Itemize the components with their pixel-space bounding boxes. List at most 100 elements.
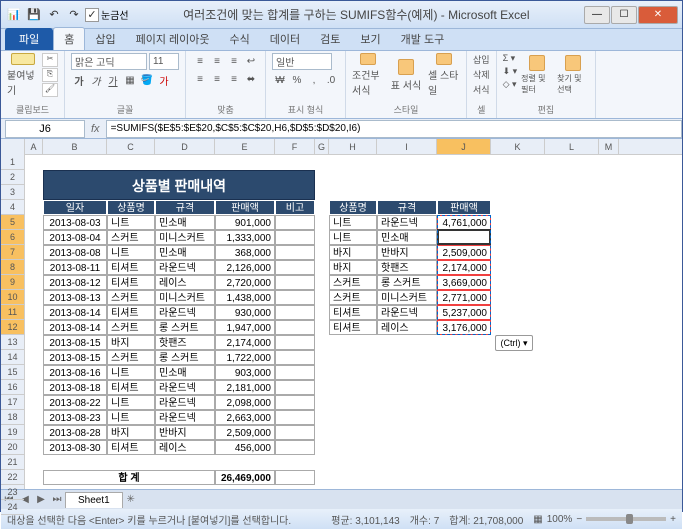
cell[interactable] (275, 245, 315, 260)
row-header-8[interactable]: 8 (1, 260, 24, 275)
cell[interactable]: 판매액 (437, 200, 491, 215)
row-header-3[interactable]: 3 (1, 185, 24, 200)
cell[interactable]: 2,098,000 (215, 395, 275, 410)
cell[interactable]: 2013-08-23 (43, 410, 107, 425)
cell[interactable] (275, 470, 315, 485)
clear-icon[interactable]: ◇ ▾ (503, 79, 518, 90)
fill-color-button[interactable]: 🪣 (139, 72, 155, 88)
cell[interactable] (275, 335, 315, 350)
row-header-12[interactable]: 12 (1, 320, 24, 335)
tab-insert[interactable]: 삽입 (85, 28, 125, 50)
cell[interactable]: 1,947,000 (215, 320, 275, 335)
underline-button[interactable]: 가 (105, 72, 121, 88)
cell[interactable] (275, 230, 315, 245)
cell[interactable]: 미니스커트 (377, 290, 437, 305)
cell[interactable]: 스커트 (107, 350, 155, 365)
row-header-21[interactable]: 21 (1, 455, 24, 470)
cell[interactable] (275, 290, 315, 305)
col-header-E[interactable]: E (215, 139, 275, 154)
cell[interactable]: 2013-08-04 (43, 230, 107, 245)
cell[interactable]: 상품별 판매내역 (43, 170, 315, 200)
row-header-17[interactable]: 17 (1, 395, 24, 410)
cell[interactable]: 2,720,000 (215, 275, 275, 290)
tab-data[interactable]: 데이터 (260, 28, 310, 50)
cell[interactable]: 레이스 (155, 275, 215, 290)
col-header-C[interactable]: C (107, 139, 155, 154)
cell[interactable]: 26,469,000 (215, 470, 275, 485)
col-header-F[interactable]: F (275, 139, 315, 154)
cell[interactable]: 상품명 (107, 200, 155, 215)
cell[interactable]: 라운드넥 (155, 410, 215, 425)
cells-area[interactable]: 상품별 판매내역일자상품명규격판매액비고상품명규격판매액2013-08-03니트… (25, 155, 682, 489)
cell[interactable]: 일자 (43, 200, 107, 215)
align-mid-icon[interactable]: ≡ (209, 53, 225, 69)
cell[interactable]: 2,509,000 (215, 425, 275, 440)
font-name-combo[interactable]: 맑은 고딕 (71, 53, 147, 70)
table-format-button[interactable]: 표 서식 (390, 53, 422, 97)
cell[interactable]: 2013-08-22 (43, 395, 107, 410)
cell[interactable]: 티셔트 (107, 260, 155, 275)
paste-options-button[interactable]: (Ctrl) ▾ (495, 335, 533, 351)
delete-button[interactable]: 삭제 (473, 68, 490, 81)
redo-icon[interactable]: ↷ (65, 6, 83, 24)
cell[interactable] (275, 395, 315, 410)
cell[interactable]: 456,000 (215, 440, 275, 455)
cell[interactable]: 민소매 (377, 230, 437, 245)
cell[interactable]: 2013-08-14 (43, 320, 107, 335)
cell[interactable]: 롱 스커트 (155, 320, 215, 335)
cell[interactable]: 2,663,000 (215, 410, 275, 425)
number-format-combo[interactable]: 일반 (272, 53, 332, 70)
zoom-slider[interactable] (586, 517, 666, 521)
cell[interactable]: 903,000 (215, 365, 275, 380)
last-sheet-button[interactable]: ⏭ (49, 492, 65, 508)
cell[interactable]: 2013-08-30 (43, 440, 107, 455)
paste-button[interactable]: 붙여넣기 (7, 53, 39, 97)
cell[interactable] (275, 320, 315, 335)
cell[interactable]: 라운드넥 (377, 305, 437, 320)
cell[interactable]: 판매액 (215, 200, 275, 215)
col-header-K[interactable]: K (491, 139, 545, 154)
cell[interactable]: 핫팬즈 (377, 260, 437, 275)
align-bot-icon[interactable]: ≡ (226, 53, 242, 69)
cell[interactable]: 라운드넥 (155, 380, 215, 395)
cell[interactable] (275, 380, 315, 395)
row-header-20[interactable]: 20 (1, 440, 24, 455)
row-header-13[interactable]: 13 (1, 335, 24, 350)
format-button[interactable]: 서식 (473, 83, 490, 96)
cell[interactable]: 2,126,000 (215, 260, 275, 275)
row-header-16[interactable]: 16 (1, 380, 24, 395)
cell[interactable]: 바지 (329, 260, 377, 275)
zoom-level[interactable]: 100% (547, 514, 573, 525)
row-header-11[interactable]: 11 (1, 305, 24, 320)
bold-button[interactable]: 가 (71, 72, 87, 88)
col-header-B[interactable]: B (43, 139, 107, 154)
cell[interactable]: 2013-08-11 (43, 260, 107, 275)
font-color-button[interactable]: 가 (156, 72, 172, 88)
row-header-24[interactable]: 24 (1, 500, 24, 515)
normal-view-icon[interactable]: ▦ (533, 514, 542, 525)
cell[interactable]: 티셔트 (107, 305, 155, 320)
cell[interactable]: 상품명 (329, 200, 377, 215)
row-header-10[interactable]: 10 (1, 290, 24, 305)
cell[interactable]: 티셔트 (107, 275, 155, 290)
cell[interactable]: 라운드넥 (377, 215, 437, 230)
cell[interactable]: 바지 (107, 425, 155, 440)
sheet-tab[interactable]: Sheet1 (65, 492, 123, 508)
save-icon[interactable]: 💾 (25, 6, 43, 24)
row-header-9[interactable]: 9 (1, 275, 24, 290)
comma-icon[interactable]: , (306, 72, 322, 88)
name-box[interactable]: J6 (5, 120, 85, 138)
row-header-6[interactable]: 6 (1, 230, 24, 245)
cell[interactable] (275, 260, 315, 275)
cell[interactable]: 2013-08-16 (43, 365, 107, 380)
cell[interactable]: 2013-08-08 (43, 245, 107, 260)
cell[interactable]: 1,722,000 (215, 350, 275, 365)
merge-icon[interactable]: ⬌ (243, 71, 259, 87)
col-header-M[interactable]: M (599, 139, 619, 154)
cell[interactable]: 니트 (329, 230, 377, 245)
row-header-1[interactable]: 1 (1, 155, 24, 170)
sort-filter-button[interactable]: 정렬 및 필터 (521, 53, 553, 97)
cell[interactable]: 901,000 (215, 215, 275, 230)
cell[interactable]: 2013-08-28 (43, 425, 107, 440)
cell[interactable]: 라운드넥 (155, 305, 215, 320)
